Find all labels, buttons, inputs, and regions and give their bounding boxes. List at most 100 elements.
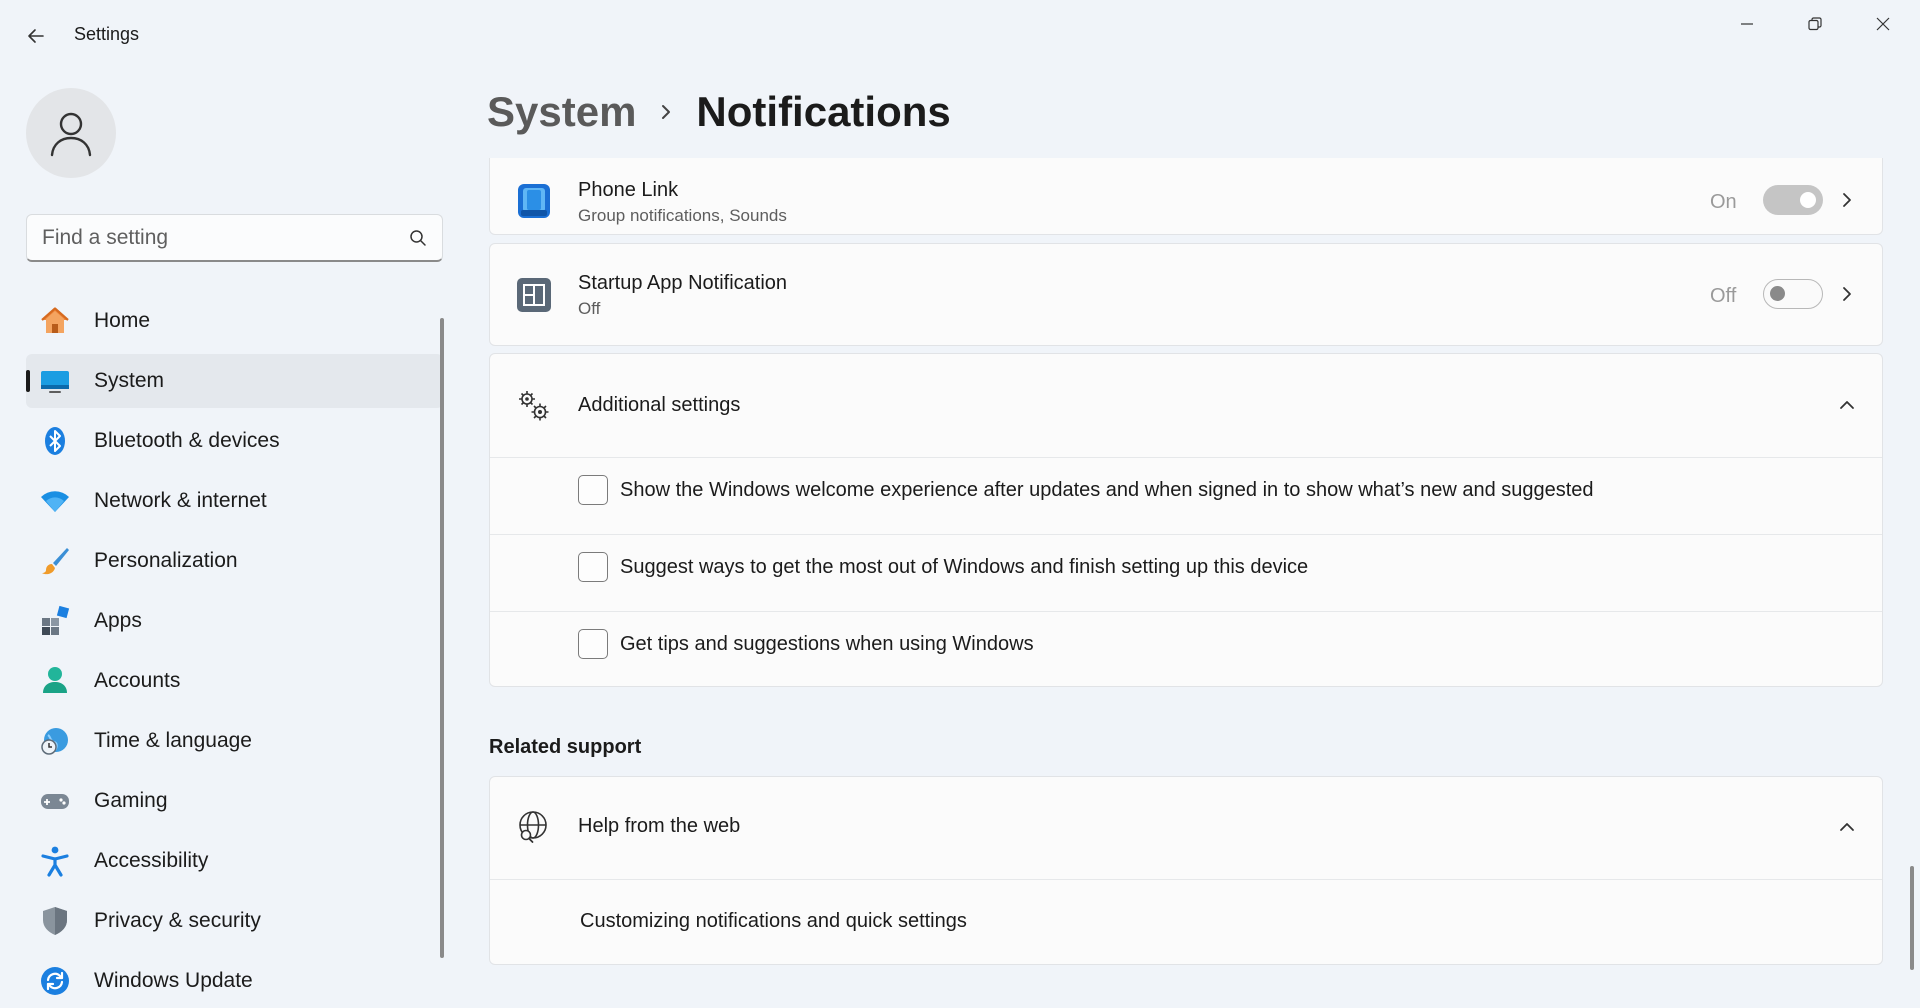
sidebar-item-label: Network & internet (94, 489, 267, 512)
brush-icon (38, 544, 72, 578)
sidebar-item-home[interactable]: Home (26, 294, 443, 348)
welcome-experience-checkbox[interactable] (578, 475, 608, 505)
help-link[interactable]: Customizing notifications and quick sett… (580, 910, 967, 933)
divider (490, 457, 1882, 458)
bluetooth-icon (38, 424, 72, 458)
chevron-right-icon[interactable] (1837, 284, 1857, 304)
sidebar-item-label: Gaming (94, 789, 168, 812)
toggle-state-label: Off (1710, 285, 1737, 307)
sidebar-item-network[interactable]: Network & internet (26, 474, 443, 528)
sidebar-item-windows-update[interactable]: Windows Update (26, 954, 443, 1008)
close-button[interactable] (1849, 0, 1917, 48)
app-text: Phone Link Group notifications, Sounds (578, 179, 787, 226)
sidebar-item-label: Home (94, 309, 151, 332)
avatar[interactable] (26, 88, 116, 178)
checkbox-label: Show the Windows welcome experience afte… (620, 479, 1594, 501)
chevron-right-icon (658, 102, 674, 122)
app-detail: Off (578, 299, 601, 318)
additional-settings-title: Additional settings (578, 394, 741, 416)
breadcrumb-parent[interactable]: System (487, 88, 636, 136)
search-icon[interactable] (394, 215, 442, 261)
sidebar-scrollbar[interactable] (440, 318, 444, 958)
checkbox-label: Get tips and suggestions when using Wind… (620, 633, 1034, 655)
sidebar-item-gaming[interactable]: Gaming (26, 774, 443, 828)
sidebar-item-privacy-security[interactable]: Privacy & security (26, 894, 443, 948)
accounts-icon (38, 664, 72, 698)
restore-icon (1808, 17, 1822, 31)
gears-icon (514, 386, 554, 426)
sidebar-item-label: Privacy & security (94, 909, 261, 932)
title-bar: Settings (0, 0, 1920, 72)
wifi-icon (38, 484, 72, 518)
checkbox-label: Suggest ways to get the most out of Wind… (620, 556, 1309, 578)
person-icon (50, 112, 92, 157)
sidebar-item-label: Accessibility (94, 849, 209, 872)
apps-icon (38, 604, 72, 638)
sidebar-item-time-language[interactable]: Time & language (26, 714, 443, 768)
help-from-web-title: Help from the web (578, 815, 741, 837)
chevron-up-icon[interactable] (1837, 395, 1857, 415)
sidebar-item-label: Apps (94, 609, 142, 632)
divider (490, 611, 1882, 612)
help-from-web-card: Help from the web Customizing notificati… (489, 776, 1883, 965)
sidebar-item-label: Accounts (94, 669, 181, 692)
sidebar-item-system[interactable]: System (26, 354, 443, 408)
sidebar-item-label: Windows Update (94, 969, 253, 992)
additional-settings-header[interactable]: Additional settings (490, 354, 1882, 457)
phone-link-toggle[interactable] (1763, 185, 1823, 215)
restore-button[interactable] (1781, 0, 1849, 48)
sidebar-item-label: System (94, 369, 165, 392)
home-icon (38, 304, 72, 338)
back-arrow-icon (28, 29, 44, 43)
startup-app-toggle[interactable] (1763, 279, 1823, 309)
app-text: Startup App Notification Off (578, 272, 787, 319)
toggle-knob (1770, 286, 1785, 301)
phone-link-icon (514, 181, 554, 221)
toggle-state-label: On (1710, 191, 1737, 213)
app-detail: Group notifications, Sounds (578, 206, 787, 225)
globe-search-icon (514, 807, 554, 847)
minimize-icon (1741, 23, 1753, 25)
sidebar-item-accounts[interactable]: Accounts (26, 654, 443, 708)
shield-icon (38, 904, 72, 938)
page-title: Notifications (696, 88, 951, 135)
system-icon (38, 364, 72, 398)
search-input[interactable] (27, 225, 394, 250)
app-name: Startup App Notification (578, 272, 788, 294)
update-icon (38, 964, 72, 998)
main-scrollbar[interactable] (1910, 866, 1914, 970)
startup-app-icon (514, 275, 554, 315)
sidebar-item-label: Bluetooth & devices (94, 429, 280, 452)
app-notification-card[interactable]: Startup App Notification Off Off (489, 243, 1883, 346)
sidebar-item-bluetooth[interactable]: Bluetooth & devices (26, 414, 443, 468)
suggest-setup-checkbox[interactable] (578, 552, 608, 582)
sidebar-item-accessibility[interactable]: Accessibility (26, 834, 443, 888)
app-name: Phone Link (578, 179, 679, 201)
chevron-right-icon[interactable] (1837, 190, 1857, 210)
back-button[interactable] (18, 20, 54, 52)
divider (490, 879, 1882, 880)
accessibility-icon (38, 844, 72, 878)
minimize-button[interactable] (1713, 0, 1781, 48)
main-content: Phone Link Group notifications, Sounds O… (489, 158, 1883, 1008)
divider (490, 534, 1882, 535)
section-title: Related support (489, 736, 642, 758)
settings-window: Settings Home System (0, 0, 1920, 1008)
help-from-web-header[interactable]: Help from the web (490, 777, 1882, 879)
breadcrumb: System Notifications (487, 86, 951, 138)
app-title: Settings (74, 24, 140, 44)
gamepad-icon (38, 784, 72, 818)
toggle-knob (1800, 192, 1816, 208)
chevron-up-icon[interactable] (1837, 817, 1857, 837)
tips-suggestions-checkbox[interactable] (578, 629, 608, 659)
sidebar-nav: Home System Bluetooth & devices Network … (26, 294, 443, 1008)
sidebar-item-label: Time & language (94, 729, 252, 752)
search-box (26, 214, 443, 262)
sidebar-item-personalization[interactable]: Personalization (26, 534, 443, 588)
sidebar-item-label: Personalization (94, 549, 238, 572)
sidebar-item-apps[interactable]: Apps (26, 594, 443, 648)
additional-settings-card: Additional settings Show the Windows wel… (489, 353, 1883, 687)
close-icon (1876, 17, 1890, 31)
globe-clock-icon (38, 724, 72, 758)
app-notification-card[interactable]: Phone Link Group notifications, Sounds O… (489, 158, 1883, 235)
